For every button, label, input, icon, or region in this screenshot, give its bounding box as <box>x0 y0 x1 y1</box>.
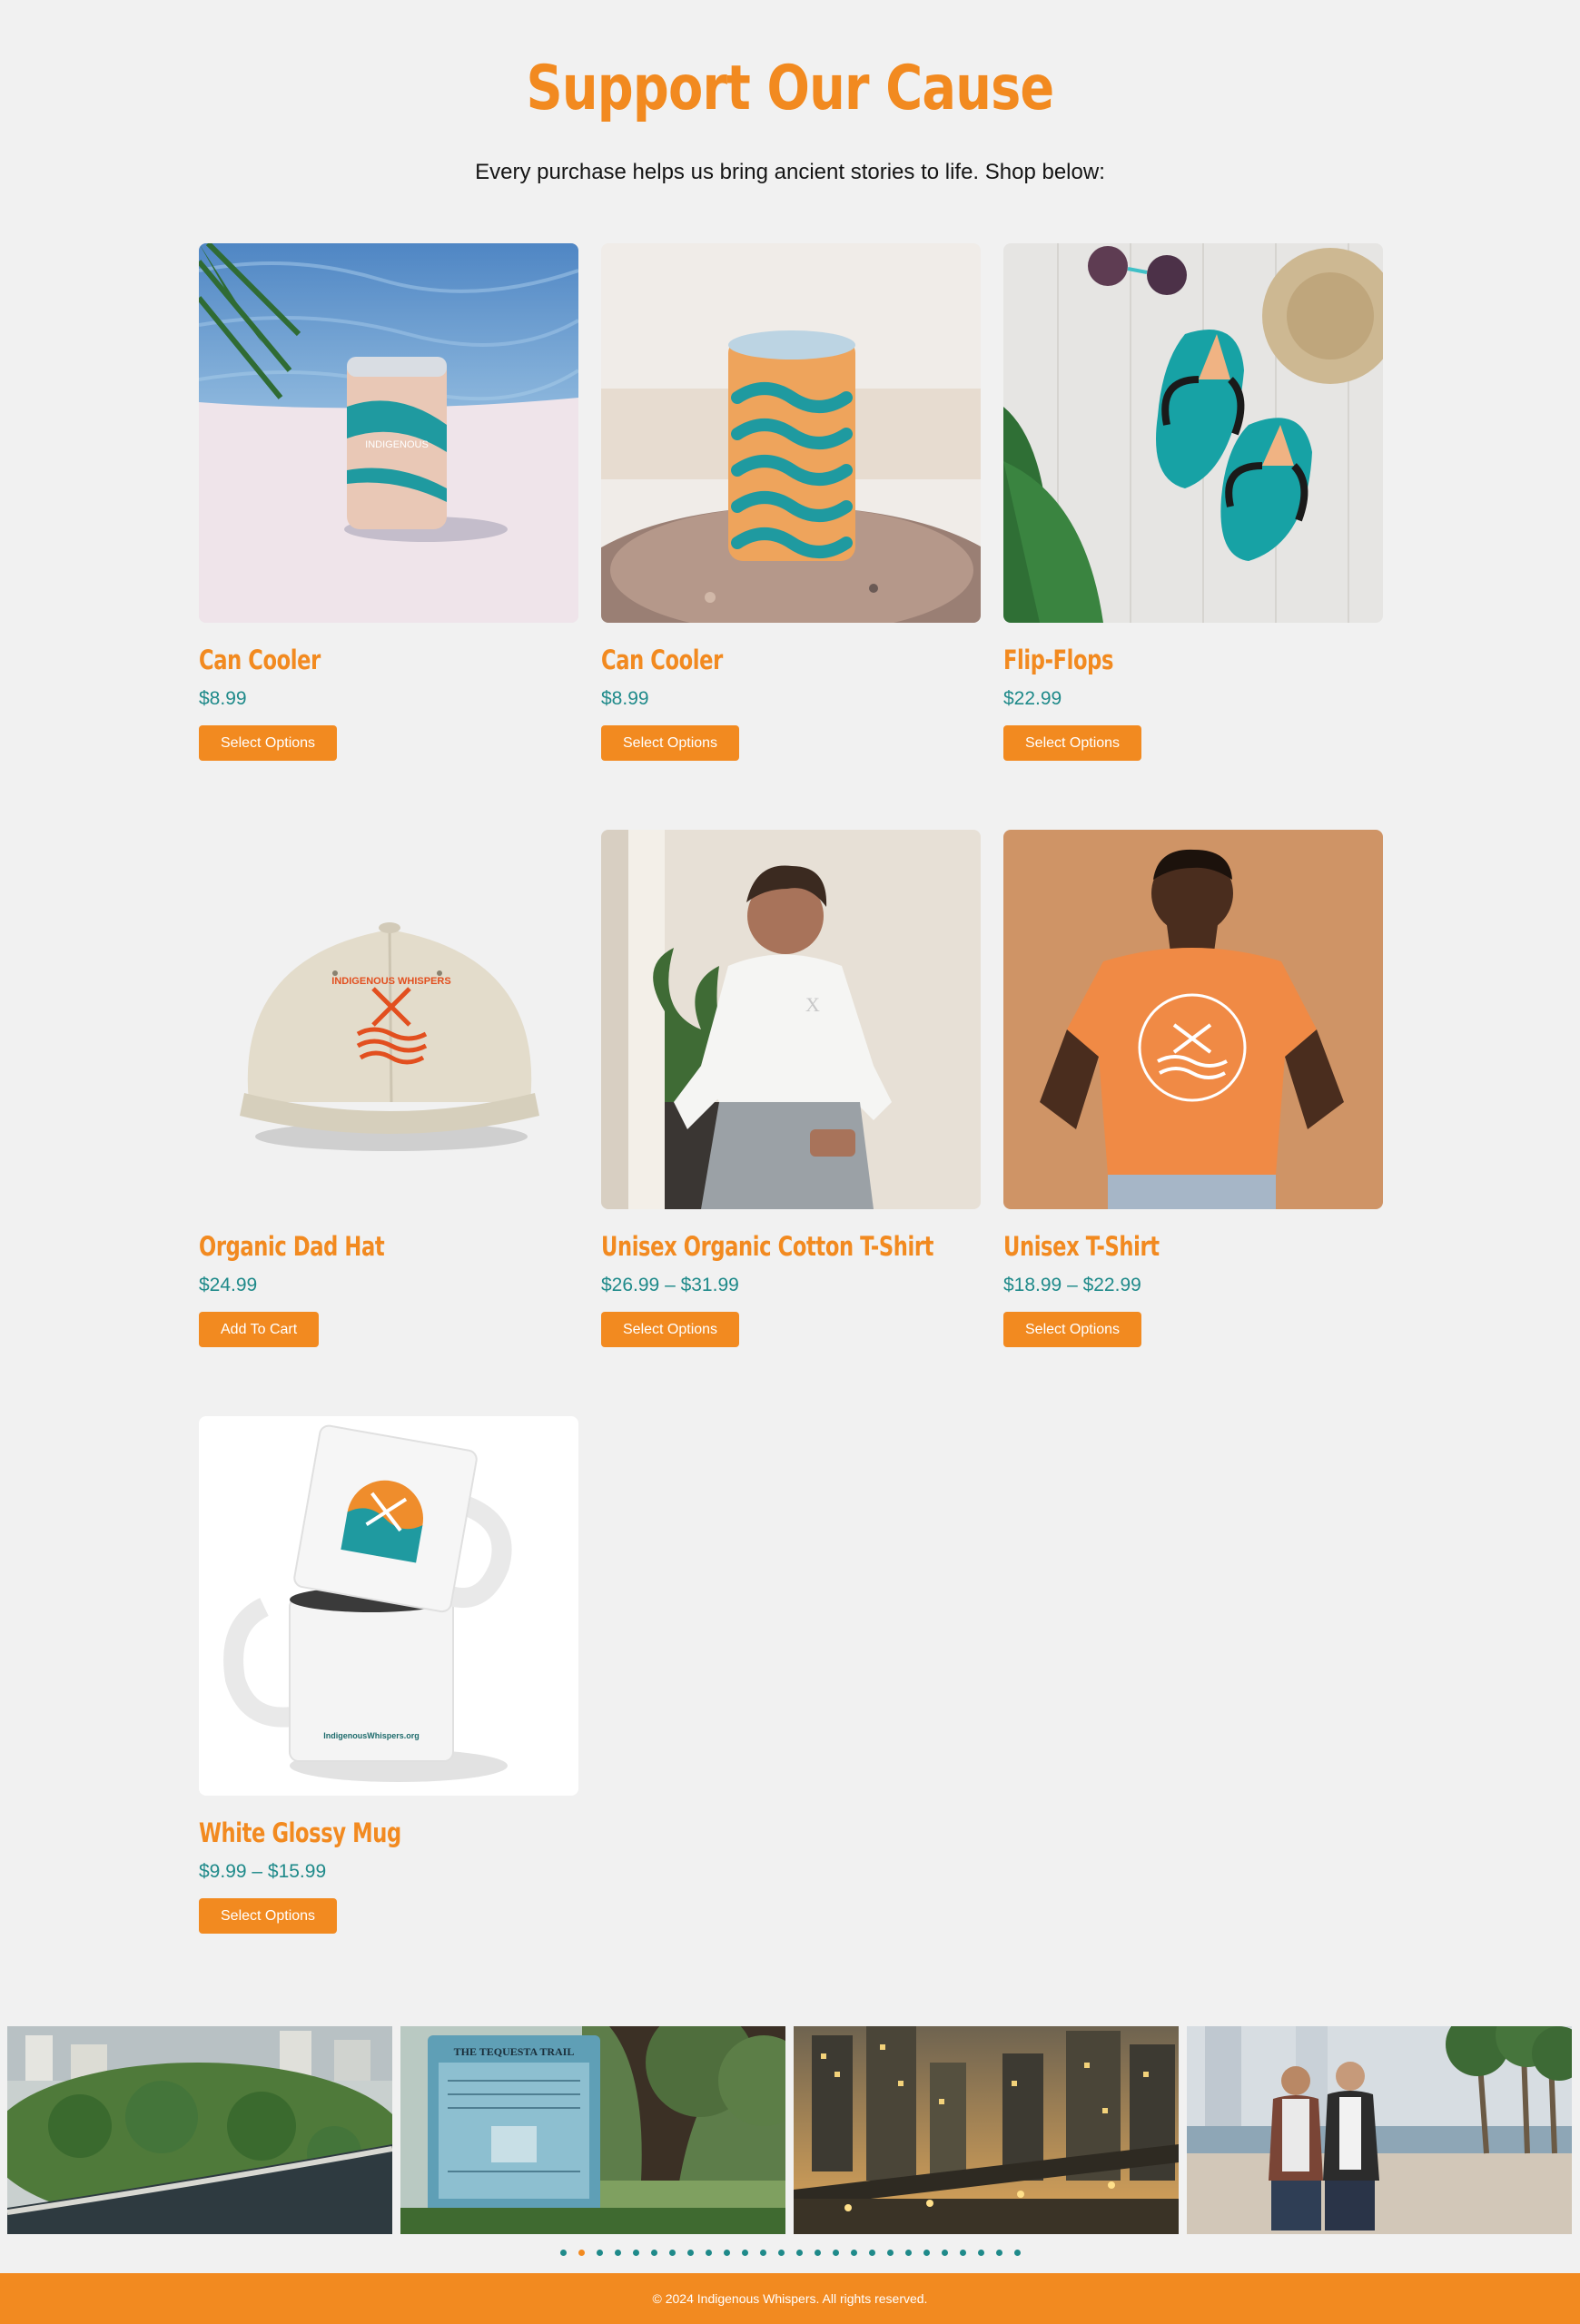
carousel-dot[interactable] <box>832 2250 839 2257</box>
carousel-dot[interactable] <box>904 2250 912 2257</box>
gallery-photo-trail-sign[interactable]: THE TEQUESTA TRAIL <box>400 2026 785 2234</box>
carousel-dot[interactable] <box>850 2250 857 2257</box>
gallery-photo-park[interactable] <box>7 2026 392 2234</box>
product-price: $26.99 – $31.99 <box>601 1275 739 1295</box>
product-name[interactable]: Can Cooler <box>601 645 723 675</box>
carousel-dot[interactable] <box>723 2250 730 2257</box>
product-price: $22.99 <box>1003 688 1062 709</box>
product-card: INDIGENOUS WHISPERS Organic Dad Hat $24.… <box>199 830 578 1347</box>
hat-logo-text: INDIGENOUS WHISPERS <box>331 976 450 987</box>
product-image[interactable] <box>601 243 981 623</box>
select-options-button[interactable]: Select Options <box>199 725 338 761</box>
add-to-cart-button[interactable]: Add To Cart <box>199 1312 320 1347</box>
product-name[interactable]: Can Cooler <box>199 645 321 675</box>
carousel-dot[interactable] <box>777 2250 785 2257</box>
carousel-dot[interactable] <box>741 2250 748 2257</box>
product-card: Flip-Flops $22.99 Select Options <box>1003 243 1383 761</box>
svg-text:X: X <box>805 993 820 1016</box>
select-options-button[interactable]: Select Options <box>601 725 740 761</box>
select-options-button[interactable]: Select Options <box>1003 725 1142 761</box>
page-title: Support Our Cause <box>526 53 1055 124</box>
product-card: IndigenousWhispers.org White Glossy Mug … <box>199 1416 578 1934</box>
carousel-dot[interactable] <box>814 2250 821 2257</box>
product-image[interactable] <box>1003 243 1383 623</box>
product-card: X Unisex Organic Cotton T-Shirt $26.99 –… <box>601 830 981 1347</box>
carousel-dot[interactable] <box>923 2250 930 2257</box>
carousel-dot[interactable] <box>705 2250 712 2257</box>
footer-copyright: © 2024 Indigenous Whispers. All rights r… <box>652 2291 928 2306</box>
carousel-dot[interactable] <box>614 2250 621 2257</box>
product-price: $24.99 <box>199 1275 258 1295</box>
product-price: $18.99 – $22.99 <box>1003 1275 1141 1295</box>
carousel-dot[interactable] <box>995 2250 1002 2257</box>
cooler-print-text: INDIGENOUS <box>365 439 429 450</box>
carousel-dot[interactable] <box>759 2250 766 2257</box>
carousel-dot[interactable] <box>977 2250 984 2257</box>
product-image[interactable]: INDIGENOUS <box>199 243 578 623</box>
carousel-dot[interactable] <box>886 2250 894 2257</box>
product-price: $9.99 – $15.99 <box>199 1861 327 1882</box>
carousel-dot[interactable] <box>795 2250 803 2257</box>
carousel-dot[interactable] <box>650 2250 657 2257</box>
mug-url-text: IndigenousWhispers.org <box>323 1731 420 1740</box>
product-name[interactable]: Unisex T-Shirt <box>1003 1231 1160 1262</box>
product-price: $8.99 <box>601 688 649 709</box>
select-options-button[interactable]: Select Options <box>1003 1312 1142 1347</box>
page-subtitle: Every purchase helps us bring ancient st… <box>475 160 1105 184</box>
photo-gallery: THE TEQUESTA TRAIL <box>7 2026 1573 2234</box>
product-name[interactable]: Organic Dad Hat <box>199 1231 385 1262</box>
product-card: INDIGENOUS Can Cooler $8.99 Select Optio… <box>199 243 578 761</box>
product-price: $8.99 <box>199 688 247 709</box>
carousel-dot[interactable] <box>959 2250 966 2257</box>
carousel-dot[interactable] <box>632 2250 639 2257</box>
carousel-dot[interactable] <box>941 2250 948 2257</box>
product-image[interactable]: INDIGENOUS WHISPERS <box>199 830 578 1209</box>
carousel-dot[interactable] <box>578 2250 585 2257</box>
carousel-dot[interactable] <box>596 2250 603 2257</box>
product-image[interactable]: X <box>601 830 981 1209</box>
product-image[interactable]: IndigenousWhispers.org <box>199 1416 578 1796</box>
carousel-dot[interactable] <box>686 2250 694 2257</box>
carousel-pagination <box>0 2245 1580 2257</box>
product-image[interactable] <box>1003 830 1383 1209</box>
product-name[interactable]: Flip-Flops <box>1003 645 1113 675</box>
carousel-dot[interactable] <box>868 2250 875 2257</box>
site-footer: © 2024 Indigenous Whispers. All rights r… <box>0 2273 1580 2324</box>
product-card: Can Cooler $8.99 Select Options <box>601 243 981 761</box>
product-name[interactable]: White Glossy Mug <box>199 1817 401 1848</box>
gallery-photo-city-night[interactable] <box>794 2026 1179 2234</box>
carousel-dot[interactable] <box>1013 2250 1021 2257</box>
product-name[interactable]: Unisex Organic Cotton T-Shirt <box>601 1231 933 1262</box>
carousel-dot[interactable] <box>559 2250 567 2257</box>
carousel-dot[interactable] <box>668 2250 676 2257</box>
select-options-button[interactable]: Select Options <box>601 1312 740 1347</box>
select-options-button[interactable]: Select Options <box>199 1898 338 1934</box>
gallery-photo-two-men[interactable] <box>1187 2026 1572 2234</box>
product-card: Unisex T-Shirt $18.99 – $22.99 Select Op… <box>1003 830 1383 1347</box>
trail-sign-text: THE TEQUESTA TRAIL <box>454 2045 575 2058</box>
